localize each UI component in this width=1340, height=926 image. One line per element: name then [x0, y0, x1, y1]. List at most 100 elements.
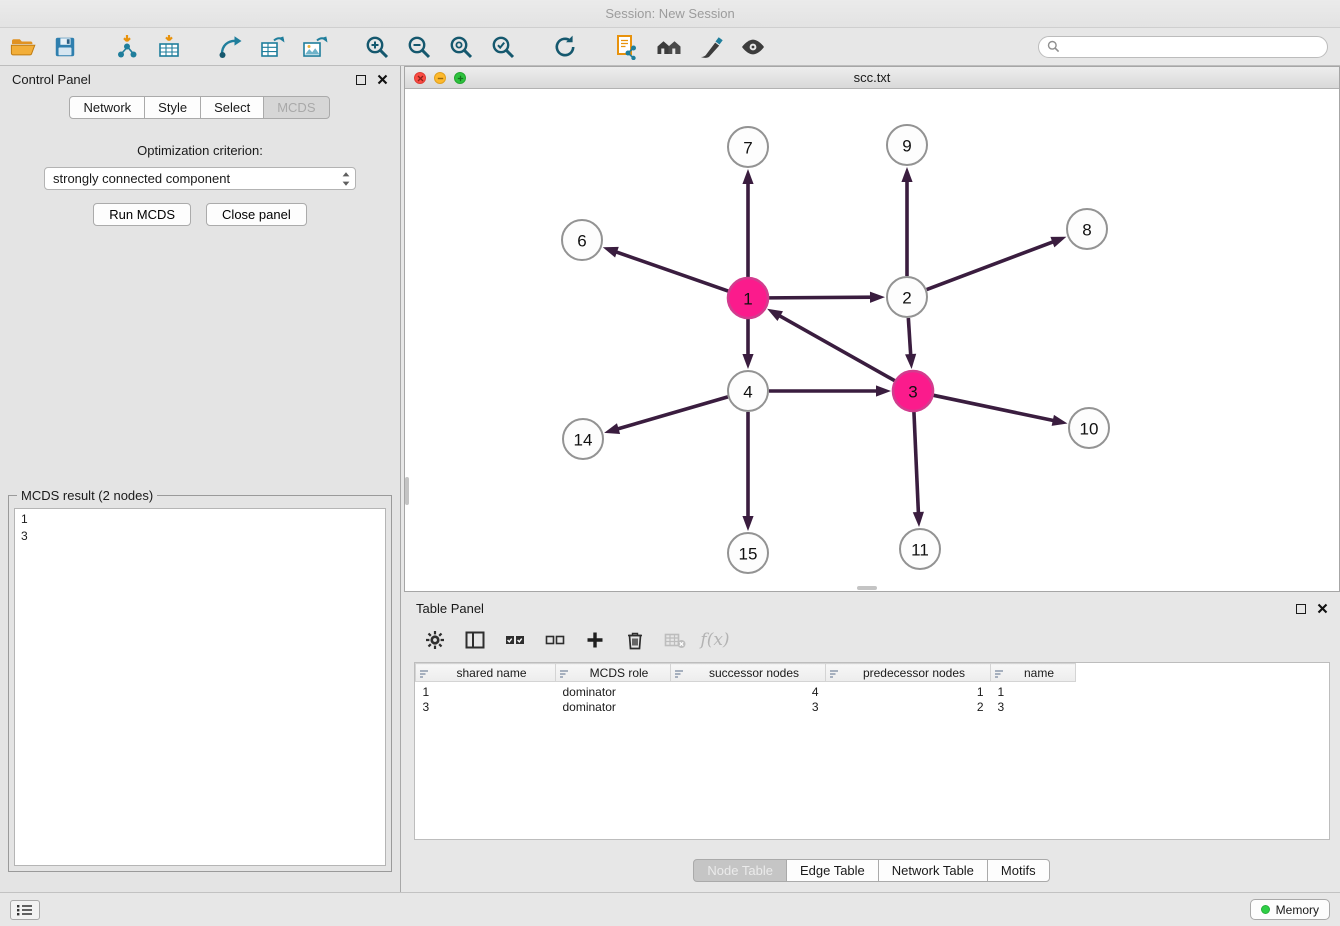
graph-node[interactable]: 14: [563, 419, 603, 459]
home-button[interactable]: [652, 32, 686, 62]
vertical-scrollbar[interactable]: [405, 477, 409, 505]
close-panel-button[interactable]: Close panel: [206, 203, 307, 226]
graph-edge[interactable]: [908, 318, 910, 357]
apply-style-button[interactable]: [694, 32, 728, 62]
function-builder-button[interactable]: f(x): [704, 629, 726, 651]
global-search[interactable]: [1038, 36, 1328, 58]
refresh-view-button[interactable]: [548, 32, 582, 62]
graph-edge[interactable]: [616, 397, 728, 430]
graph-node-selected[interactable]: 3: [893, 371, 933, 411]
graph-edge[interactable]: [927, 241, 1056, 290]
table-cell[interactable]: dominator: [556, 699, 671, 715]
mcds-result-list[interactable]: 1 3: [14, 508, 386, 866]
graph-node[interactable]: 15: [728, 533, 768, 573]
tab-select[interactable]: Select: [200, 96, 264, 119]
table-row[interactable]: 3dominator323: [416, 699, 1076, 715]
toggle-visibility-button[interactable]: [736, 32, 770, 62]
graph-edge[interactable]: [914, 412, 919, 515]
graph-node-selected[interactable]: 1: [728, 278, 768, 318]
table-cell[interactable]: 1: [416, 682, 556, 700]
graph-edge[interactable]: [934, 395, 1056, 421]
table-cell[interactable]: 1: [826, 682, 991, 700]
zoom-in-button[interactable]: [360, 32, 394, 62]
graph-edge[interactable]: [769, 297, 873, 298]
zoom-fit-icon: [448, 34, 474, 60]
import-table-file-button[interactable]: [152, 32, 186, 62]
tab-edge-table[interactable]: Edge Table: [786, 859, 879, 882]
export-table-button[interactable]: [256, 32, 290, 62]
table-cell[interactable]: 3: [991, 699, 1076, 715]
tab-network-table[interactable]: Network Table: [878, 859, 988, 882]
export-image-button[interactable]: [298, 32, 332, 62]
network-window-titlebar[interactable]: scc.txt: [405, 67, 1339, 89]
table-cell[interactable]: 1: [991, 682, 1076, 700]
graph-node[interactable]: 2: [887, 277, 927, 317]
minimize-window-button[interactable]: [434, 72, 446, 84]
tab-mcds[interactable]: MCDS: [263, 96, 329, 119]
settings-gear-button[interactable]: [424, 629, 446, 651]
graph-edge[interactable]: [778, 315, 895, 381]
zoom-selected-button[interactable]: [486, 32, 520, 62]
close-panel-icon[interactable]: [377, 74, 388, 85]
node-table-container[interactable]: shared name MCDS role successor nodes pr…: [414, 662, 1330, 840]
column-header-name[interactable]: name: [991, 664, 1076, 682]
memory-button[interactable]: Memory: [1250, 899, 1330, 920]
table-cell[interactable]: dominator: [556, 682, 671, 700]
table-cell[interactable]: 3: [671, 699, 826, 715]
graph-node[interactable]: 10: [1069, 408, 1109, 448]
table-cell[interactable]: 2: [826, 699, 991, 715]
edge-arrowhead: [913, 512, 924, 527]
horizontal-scrollbar[interactable]: [857, 586, 877, 590]
export-image-icon: [302, 34, 328, 60]
tab-node-table[interactable]: Node Table: [693, 859, 787, 882]
maximize-window-button[interactable]: [454, 72, 466, 84]
graph-node[interactable]: 8: [1067, 209, 1107, 249]
optimization-criterion-select[interactable]: strongly connected component: [44, 167, 356, 190]
task-history-button[interactable]: [10, 900, 40, 920]
export-network-button[interactable]: [214, 32, 248, 62]
close-window-button[interactable]: [414, 72, 426, 84]
table-panel-title: Table Panel: [416, 601, 1296, 616]
node-label: 15: [739, 545, 758, 564]
column-header-predecessor-nodes[interactable]: predecessor nodes: [826, 664, 991, 682]
graph-edge[interactable]: [614, 251, 728, 291]
close-panel-icon[interactable]: [1317, 603, 1328, 614]
zoom-out-button[interactable]: [402, 32, 436, 62]
graph-node[interactable]: 9: [887, 125, 927, 165]
table-cell[interactable]: 4: [671, 682, 826, 700]
edge-arrowhead: [767, 309, 783, 321]
save-session-button[interactable]: [48, 32, 82, 62]
run-mcds-button[interactable]: Run MCDS: [93, 203, 191, 226]
tab-motifs[interactable]: Motifs: [987, 859, 1050, 882]
control-panel-tabs: Network Style Select MCDS: [0, 96, 400, 119]
open-session-button[interactable]: [6, 32, 40, 62]
tab-network[interactable]: Network: [69, 96, 145, 119]
graph-node[interactable]: 11: [900, 529, 940, 569]
graph-node[interactable]: 4: [728, 371, 768, 411]
zoom-selected-icon: [490, 34, 516, 60]
edge-arrowhead: [870, 292, 885, 303]
delete-column-button[interactable]: [624, 629, 646, 651]
table-row[interactable]: 1dominator411: [416, 682, 1076, 700]
node-label: 7: [743, 139, 752, 158]
search-input[interactable]: [1065, 40, 1319, 54]
column-header-successor-nodes[interactable]: successor nodes: [671, 664, 826, 682]
column-header-mcds-role[interactable]: MCDS role: [556, 664, 671, 682]
float-panel-icon[interactable]: [356, 75, 366, 85]
column-layout-button[interactable]: [464, 629, 486, 651]
network-canvas[interactable]: 7 9 6 8 1 2 4 3 14 10 15 11: [405, 89, 1339, 591]
network-from-clipboard-button[interactable]: [610, 32, 644, 62]
zoom-fit-button[interactable]: [444, 32, 478, 62]
tab-style[interactable]: Style: [144, 96, 201, 119]
select-all-button[interactable]: [504, 629, 526, 651]
graph-node[interactable]: 7: [728, 127, 768, 167]
add-column-button[interactable]: [584, 629, 606, 651]
deselect-all-button[interactable]: [544, 629, 566, 651]
import-network-file-button[interactable]: [110, 32, 144, 62]
table-cell[interactable]: 3: [416, 699, 556, 715]
delete-table-button[interactable]: [664, 629, 686, 651]
edge-arrowhead: [742, 516, 753, 531]
column-header-shared-name[interactable]: shared name: [416, 664, 556, 682]
graph-node[interactable]: 6: [562, 220, 602, 260]
float-panel-icon[interactable]: [1296, 604, 1306, 614]
